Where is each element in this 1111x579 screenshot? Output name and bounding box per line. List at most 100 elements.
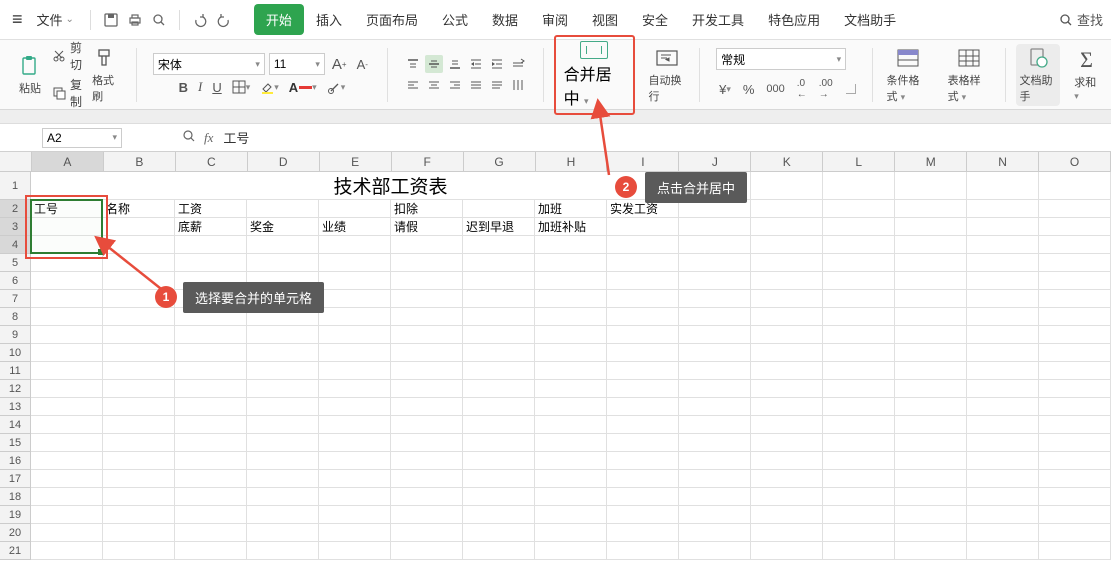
- cell-C4[interactable]: [175, 236, 247, 254]
- cell-F4[interactable]: [391, 236, 463, 254]
- cell-F21[interactable]: [391, 542, 463, 560]
- cell-K9[interactable]: [751, 326, 823, 344]
- row-header-21[interactable]: 21: [0, 542, 30, 560]
- cell-N7[interactable]: [967, 290, 1039, 308]
- row-header-4[interactable]: 4: [0, 236, 30, 254]
- tab-data[interactable]: 数据: [480, 4, 530, 35]
- cell-J18[interactable]: [679, 488, 751, 506]
- cell-L18[interactable]: [823, 488, 895, 506]
- cell-O6[interactable]: [1039, 272, 1111, 290]
- row-header-20[interactable]: 20: [0, 524, 30, 542]
- cell-I4[interactable]: [607, 236, 679, 254]
- cell-G15[interactable]: [463, 434, 535, 452]
- cell-B3[interactable]: [103, 218, 175, 236]
- cell-E3[interactable]: 业绩: [319, 218, 391, 236]
- italic-button[interactable]: I: [195, 78, 205, 96]
- cell-M11[interactable]: [895, 362, 967, 380]
- redo-icon[interactable]: [214, 10, 234, 30]
- cell-M18[interactable]: [895, 488, 967, 506]
- cell-G3[interactable]: 迟到早退: [463, 218, 535, 236]
- clear-format-button[interactable]: ▾: [324, 79, 349, 95]
- cell-B10[interactable]: [103, 344, 175, 362]
- cell-D3[interactable]: 奖金: [247, 218, 319, 236]
- cell-M9[interactable]: [895, 326, 967, 344]
- indent-decrease-button[interactable]: [467, 55, 485, 73]
- cell-O7[interactable]: [1039, 290, 1111, 308]
- cell-M10[interactable]: [895, 344, 967, 362]
- cell-B4[interactable]: [103, 236, 175, 254]
- cell-I8[interactable]: [607, 308, 679, 326]
- cell-K13[interactable]: [751, 398, 823, 416]
- cell-B19[interactable]: [103, 506, 175, 524]
- cell-B2[interactable]: 名称: [103, 200, 175, 218]
- underline-button[interactable]: U: [209, 79, 224, 96]
- row-header-6[interactable]: 6: [0, 272, 30, 290]
- cell-I10[interactable]: [607, 344, 679, 362]
- cell-B20[interactable]: [103, 524, 175, 542]
- tab-layout[interactable]: 页面布局: [354, 4, 430, 35]
- cell-K18[interactable]: [751, 488, 823, 506]
- cell-I13[interactable]: [607, 398, 679, 416]
- cell-L6[interactable]: [823, 272, 895, 290]
- bold-button[interactable]: B: [176, 79, 191, 96]
- cell-I11[interactable]: [607, 362, 679, 380]
- cell-O17[interactable]: [1039, 470, 1111, 488]
- row-header-5[interactable]: 5: [0, 254, 30, 272]
- cell-E14[interactable]: [319, 416, 391, 434]
- cell-F5[interactable]: [391, 254, 463, 272]
- cell-M20[interactable]: [895, 524, 967, 542]
- fill-color-button[interactable]: ▾: [257, 79, 282, 95]
- row-header-16[interactable]: 16: [0, 452, 30, 470]
- cell-O4[interactable]: [1039, 236, 1111, 254]
- cell-J19[interactable]: [679, 506, 751, 524]
- cell-O15[interactable]: [1039, 434, 1111, 452]
- shrink-font-button[interactable]: A-: [354, 56, 371, 73]
- cell-I7[interactable]: [607, 290, 679, 308]
- copy-button[interactable]: 复制: [52, 76, 82, 110]
- row-header-1[interactable]: 1: [0, 172, 30, 200]
- cell-J4[interactable]: [679, 236, 751, 254]
- tab-view[interactable]: 视图: [580, 4, 630, 35]
- cell-A18[interactable]: [31, 488, 103, 506]
- cell-B21[interactable]: [103, 542, 175, 560]
- cell-N9[interactable]: [967, 326, 1039, 344]
- cell-B15[interactable]: [103, 434, 175, 452]
- cell-M16[interactable]: [895, 452, 967, 470]
- cell-O13[interactable]: [1039, 398, 1111, 416]
- cell-O3[interactable]: [1039, 218, 1111, 236]
- cell-L20[interactable]: [823, 524, 895, 542]
- cell-C3[interactable]: 底薪: [175, 218, 247, 236]
- cell-F2[interactable]: 扣除: [391, 200, 463, 218]
- cell-L4[interactable]: [823, 236, 895, 254]
- cell-H10[interactable]: [535, 344, 607, 362]
- cell-E2[interactable]: [319, 200, 391, 218]
- cell-M19[interactable]: [895, 506, 967, 524]
- cell-I18[interactable]: [607, 488, 679, 506]
- cell-G12[interactable]: [463, 380, 535, 398]
- cell-D4[interactable]: [247, 236, 319, 254]
- format-painter-button[interactable]: 格式刷: [88, 44, 120, 106]
- cell-A15[interactable]: [31, 434, 103, 452]
- row-header-19[interactable]: 19: [0, 506, 30, 524]
- cell-E12[interactable]: [319, 380, 391, 398]
- justify-button[interactable]: [467, 76, 485, 94]
- cell-G19[interactable]: [463, 506, 535, 524]
- cell-I19[interactable]: [607, 506, 679, 524]
- col-header-I[interactable]: I: [607, 152, 679, 171]
- cell-K4[interactable]: [751, 236, 823, 254]
- cell-C16[interactable]: [175, 452, 247, 470]
- cell-J21[interactable]: [679, 542, 751, 560]
- cell-N12[interactable]: [967, 380, 1039, 398]
- row-header-7[interactable]: 7: [0, 290, 30, 308]
- cell-E21[interactable]: [319, 542, 391, 560]
- row-header-3[interactable]: 3: [0, 218, 30, 236]
- font-size-select[interactable]: 11▾: [269, 53, 325, 75]
- distribute-button[interactable]: [488, 76, 506, 94]
- cell-J12[interactable]: [679, 380, 751, 398]
- cell-N19[interactable]: [967, 506, 1039, 524]
- cell-I20[interactable]: [607, 524, 679, 542]
- cell-H20[interactable]: [535, 524, 607, 542]
- cell-E17[interactable]: [319, 470, 391, 488]
- col-header-A[interactable]: A: [32, 152, 104, 171]
- cell-A20[interactable]: [31, 524, 103, 542]
